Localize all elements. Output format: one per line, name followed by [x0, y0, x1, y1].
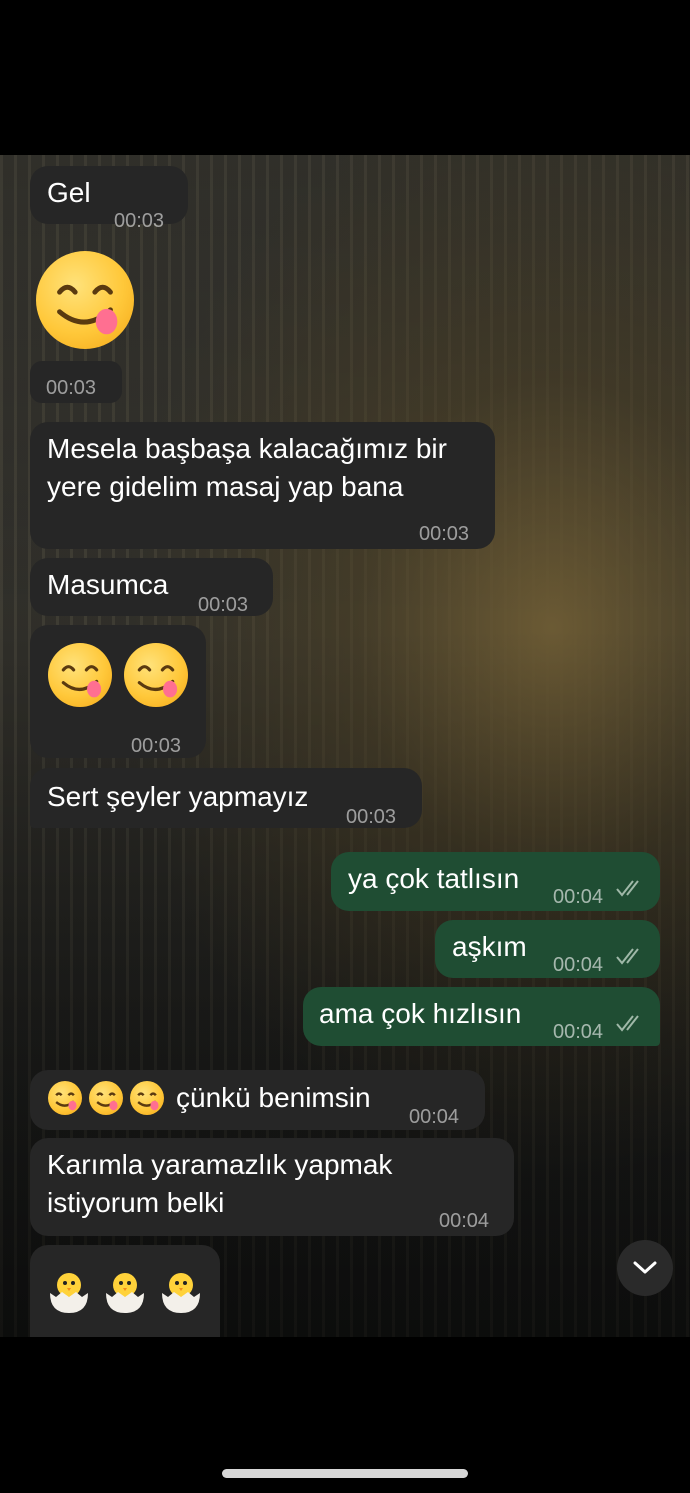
message-text: Gel	[47, 177, 91, 208]
message-text: Sert şeyler yapmayız	[47, 781, 309, 812]
savoring-food-emoji	[36, 251, 134, 349]
message-incoming[interactable]: Masumca 00:03	[30, 558, 273, 616]
message-text-line-2: yere gidelim masaj yap bana	[47, 471, 404, 502]
message-incoming-emoji[interactable]: 00:03	[30, 625, 206, 758]
message-time: 00:03	[46, 377, 97, 399]
message-text: aşkım	[452, 931, 527, 962]
hatching-chick-emoji	[50, 1273, 88, 1313]
double-check-icon	[616, 880, 639, 897]
message-incoming[interactable]: Gel 00:03	[30, 166, 188, 232]
message-time: 00:04	[553, 1021, 604, 1043]
double-check-icon	[616, 1015, 639, 1032]
savoring-food-emoji	[48, 1081, 82, 1115]
message-time: 00:04	[439, 1210, 490, 1232]
message-text: Masumca	[47, 569, 169, 600]
message-text-line-1: Karımla yaramazlık yapmak	[47, 1149, 393, 1180]
message-text: ama çok hızlısın	[319, 998, 522, 1029]
home-indicator[interactable]	[222, 1469, 468, 1478]
message-incoming[interactable]: Karımla yaramazlık yapmak istiyorum belk…	[30, 1138, 514, 1236]
savoring-food-emoji	[124, 643, 188, 707]
savoring-food-emoji	[130, 1081, 164, 1115]
message-text-line-2: istiyorum belki	[47, 1187, 225, 1218]
double-check-icon	[616, 948, 639, 965]
scroll-down-button[interactable]	[617, 1240, 673, 1296]
message-text-line-1: Mesela başbaşa kalacağımız bir	[47, 433, 447, 464]
hatching-chick-emoji	[106, 1273, 144, 1313]
message-text: ya çok tatlısın	[348, 863, 520, 894]
message-incoming[interactable]: Mesela başbaşa kalacağımız bir yere gide…	[30, 422, 495, 549]
message-time: 00:03	[419, 523, 470, 545]
message-outgoing[interactable]: aşkım 00:04	[435, 920, 660, 978]
message-time: 00:03	[114, 210, 165, 232]
hatching-chick-emoji	[162, 1273, 200, 1313]
message-time: 00:04	[409, 1106, 460, 1128]
message-incoming[interactable]: çünkü benimsin 00:04	[30, 1070, 485, 1130]
message-outgoing[interactable]: ama çok hızlısın 00:04	[303, 987, 660, 1046]
message-incoming-emoji[interactable]: 00:03	[30, 245, 140, 405]
chat-area[interactable]: Gel 00:03 00:03 Mesela başbaşa kalacağım…	[0, 155, 690, 1337]
message-incoming[interactable]: Sert şeyler yapmayız 00:03	[30, 768, 422, 828]
savoring-food-emoji	[89, 1081, 123, 1115]
message-text: çünkü benimsin	[176, 1082, 371, 1113]
message-time: 00:03	[198, 594, 249, 616]
message-outgoing[interactable]: ya çok tatlısın 00:04	[331, 852, 660, 911]
message-time: 00:04	[553, 886, 604, 908]
savoring-food-emoji	[48, 643, 112, 707]
message-time: 00:03	[131, 735, 182, 757]
chevron-down-icon	[633, 1261, 657, 1274]
message-incoming-emoji[interactable]: 00:04	[30, 1245, 220, 1337]
timestamp-pill: 00:03	[30, 361, 122, 403]
message-time: 00:03	[346, 806, 397, 828]
message-time: 00:04	[145, 1327, 195, 1337]
message-time: 00:04	[553, 954, 604, 976]
